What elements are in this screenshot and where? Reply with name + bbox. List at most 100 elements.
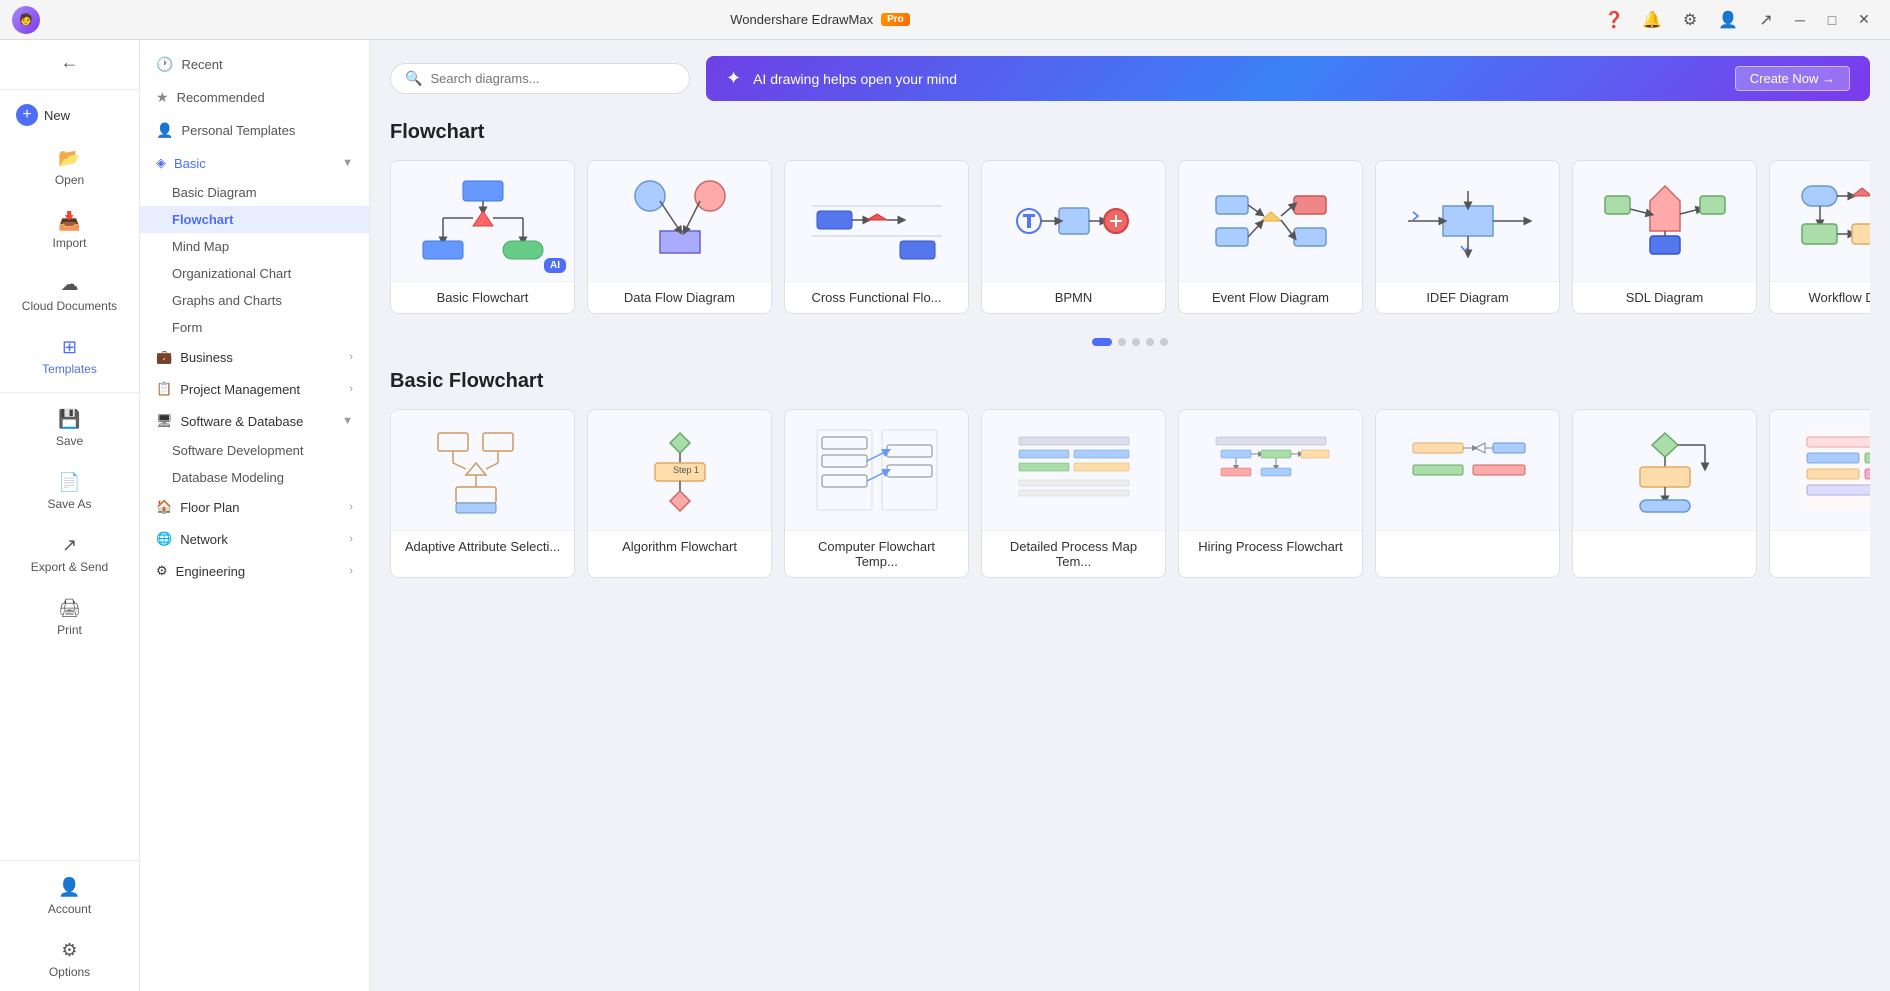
template-card-sdl[interactable]: SDL Diagram: [1572, 160, 1757, 314]
user-avatar[interactable]: 🧑: [12, 6, 40, 34]
template-card-7[interactable]: [1572, 409, 1757, 578]
sidebar-category-network[interactable]: 🌐 Network ›: [140, 523, 369, 555]
close-button[interactable]: ✕: [1850, 6, 1878, 34]
template-card-computer-flowchart[interactable]: Computer Flowchart Temp...: [784, 409, 969, 578]
sidebar-item-export[interactable]: ↗ Export & Send: [0, 523, 139, 586]
workflow-diagram: [1797, 176, 1871, 266]
app-title: Wondershare EdrawMax: [730, 12, 873, 27]
template-card-cross-functional[interactable]: Cross Functional Flo...: [784, 160, 969, 314]
dot-3[interactable]: [1132, 338, 1140, 346]
sidebar-sub-form[interactable]: Form: [140, 314, 369, 341]
flowchart-7-diagram: [1600, 425, 1730, 515]
pagination-dots: [390, 338, 1870, 346]
template-card-workflow-label: Workflow Diagram: [1770, 281, 1870, 313]
db-model-label: Database Modeling: [172, 470, 284, 485]
export-icon: ↗: [62, 535, 77, 556]
template-card-adaptive[interactable]: Adaptive Attribute Selecti...: [390, 409, 575, 578]
template-card-computer-flowchart-image: [785, 410, 968, 530]
sidebar-sub-mind-map[interactable]: Mind Map: [140, 233, 369, 260]
sidebar-category-engineering[interactable]: ⚙ Engineering ›: [140, 555, 369, 587]
template-card-6-image: [1376, 410, 1559, 530]
template-card-event-flow[interactable]: Event Flow Diagram: [1178, 160, 1363, 314]
sidebar-sub-db-model[interactable]: Database Modeling: [140, 464, 369, 491]
basic-flowchart-section-title: Basic Flowchart: [390, 370, 1870, 393]
org-chart-label: Organizational Chart: [172, 266, 291, 281]
sidebar-item-recommended[interactable]: ★ Recommended: [140, 81, 369, 114]
ai-badge: AI: [544, 258, 566, 273]
sidebar-item-options[interactable]: ⚙ Options: [0, 928, 139, 991]
options-icon: ⚙: [61, 940, 77, 961]
template-card-8[interactable]: [1769, 409, 1870, 578]
template-card-hiring-process[interactable]: Hiring Process Flowchart: [1178, 409, 1363, 578]
sidebar-item-cloud[interactable]: ☁ Cloud Documents: [0, 262, 139, 325]
settings-icon[interactable]: ⚙: [1676, 6, 1704, 34]
notification-icon[interactable]: 🔔: [1638, 6, 1666, 34]
help-icon[interactable]: ❓: [1600, 6, 1628, 34]
dot-4[interactable]: [1146, 338, 1154, 346]
sidebar-category-project[interactable]: 📋 Project Management ›: [140, 373, 369, 405]
template-card-detailed-process[interactable]: Detailed Process Map Tem...: [981, 409, 1166, 578]
sidebar-category-basic[interactable]: ◈ Basic ▼: [140, 147, 369, 179]
titlebar-title-area: Wondershare EdrawMax Pro: [730, 12, 910, 27]
sidebar-sub-basic-diagram[interactable]: Basic Diagram: [140, 179, 369, 206]
sidebar-sub-graphs[interactable]: Graphs and Charts: [140, 287, 369, 314]
sidebar-item-open[interactable]: 📂 Open: [0, 136, 139, 199]
sidebar-item-import[interactable]: 📥 Import: [0, 199, 139, 262]
template-card-idef[interactable]: IDEF Diagram: [1375, 160, 1560, 314]
template-card-bpmn-image: [982, 161, 1165, 281]
sidebar-item-save[interactable]: 💾 Save: [0, 397, 139, 460]
template-card-workflow[interactable]: Workflow Diagram: [1769, 160, 1870, 314]
engineering-chevron-icon: ›: [349, 565, 353, 577]
template-card-computer-flowchart-label: Computer Flowchart Temp...: [785, 530, 968, 577]
ai-banner: ✦ AI drawing helps open your mind Create…: [706, 56, 1870, 101]
maximize-button[interactable]: □: [1818, 6, 1846, 34]
template-card-basic-flowchart[interactable]: AI Basic Flowchart: [390, 160, 575, 314]
dot-2[interactable]: [1118, 338, 1126, 346]
sidebar-item-recent[interactable]: 🕐 Recent: [140, 48, 369, 81]
data-flow-diagram: [615, 176, 745, 266]
search-input[interactable]: [430, 71, 675, 86]
sidebar-sub-sw-dev[interactable]: Software Development: [140, 437, 369, 464]
template-card-bpmn-label: BPMN: [982, 281, 1165, 313]
sidebar-back-button[interactable]: ←: [0, 40, 139, 85]
sidebar-item-personal[interactable]: 👤 Personal Templates: [140, 114, 369, 147]
sidebar-narrow-bottom: 👤 Account ⚙ Options: [0, 856, 139, 991]
flowchart-section-title: Flowchart: [390, 121, 1870, 144]
search-bar[interactable]: 🔍: [390, 63, 690, 94]
network-chevron-icon: ›: [349, 533, 353, 545]
template-card-event-flow-image: [1179, 161, 1362, 281]
open-icon: 📂: [58, 148, 80, 169]
sidebar-item-templates[interactable]: ⊞ Templates: [0, 325, 139, 388]
sidebar-category-business[interactable]: 💼 Business ›: [140, 341, 369, 373]
user-icon[interactable]: 👤: [1714, 6, 1742, 34]
sidebar-item-print[interactable]: 🖨 Print: [0, 586, 139, 649]
pro-badge: Pro: [881, 13, 910, 26]
template-card-sdl-label: SDL Diagram: [1573, 281, 1756, 313]
adaptive-diagram: [418, 425, 548, 515]
template-card-event-flow-label: Event Flow Diagram: [1179, 281, 1362, 313]
dot-1[interactable]: [1092, 338, 1112, 346]
options-label: Options: [49, 965, 90, 979]
template-card-6[interactable]: [1375, 409, 1560, 578]
hiring-process-diagram: [1206, 425, 1336, 515]
recent-icon: 🕐: [156, 56, 173, 73]
dot-5[interactable]: [1160, 338, 1168, 346]
sidebar-sub-org-chart[interactable]: Organizational Chart: [140, 260, 369, 287]
sidebar-sub-flowchart[interactable]: Flowchart: [140, 206, 369, 233]
sidebar-category-software[interactable]: 🖥 Software & Database ▼: [140, 405, 369, 437]
ai-create-now-button[interactable]: Create Now →: [1735, 66, 1850, 91]
sidebar-item-new[interactable]: + New: [0, 94, 139, 136]
template-card-7-image: [1573, 410, 1756, 530]
flowchart-label: Flowchart: [172, 212, 233, 227]
detailed-process-diagram: [1009, 425, 1139, 515]
template-card-data-flow[interactable]: Data Flow Diagram: [587, 160, 772, 314]
template-card-algorithm[interactable]: Step 1 Algorithm Flowchart: [587, 409, 772, 578]
share-icon[interactable]: ↗: [1752, 6, 1780, 34]
sidebar-item-save-as[interactable]: 📄 Save As: [0, 460, 139, 523]
sidebar-item-account[interactable]: 👤 Account: [0, 865, 139, 928]
back-icon: ←: [61, 52, 79, 73]
titlebar: 🧑 Wondershare EdrawMax Pro ❓ 🔔 ⚙ 👤 ↗ ─ □…: [0, 0, 1890, 40]
template-card-bpmn[interactable]: BPMN: [981, 160, 1166, 314]
sidebar-category-floor-plan[interactable]: 🏠 Floor Plan ›: [140, 491, 369, 523]
minimize-button[interactable]: ─: [1786, 6, 1814, 34]
